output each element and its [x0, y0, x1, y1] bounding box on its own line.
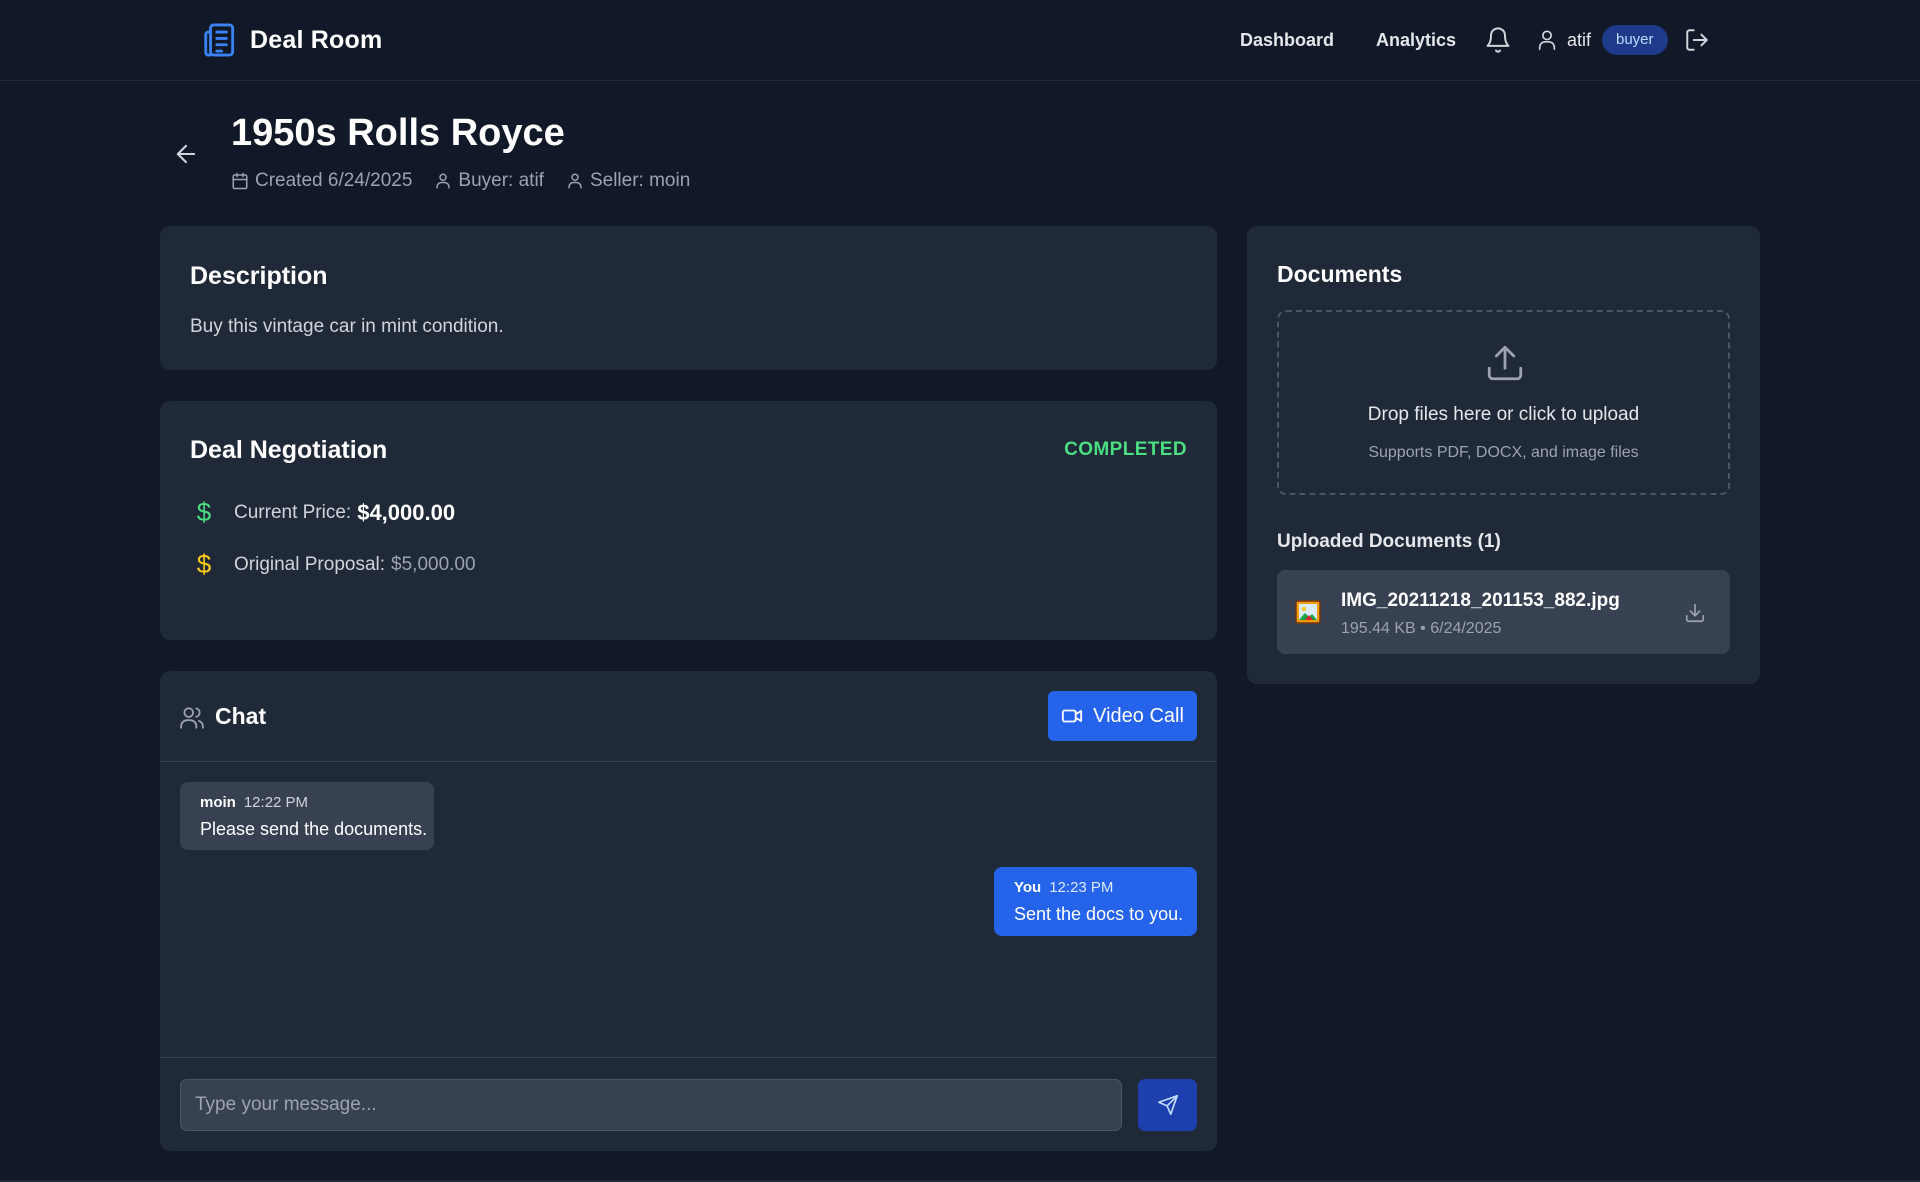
chat-message: You 12:23 PM Sent the docs to you.: [994, 867, 1197, 936]
message-time: 12:23 PM: [1049, 879, 1114, 896]
original-price-value: $5,000.00: [391, 553, 476, 575]
dropzone-text: Drop files here or click to upload: [1367, 404, 1640, 425]
document-item[interactable]: IMG_20211218_201153_882.jpg 195.44 KB • …: [1277, 570, 1730, 654]
chat-title: Chat: [215, 703, 267, 729]
documents-title: Documents: [1277, 261, 1403, 287]
buyer-text: Buyer: atif: [458, 170, 544, 191]
role-badge: buyer: [1602, 25, 1668, 55]
description-card: Description Buy this vintage car in mint…: [160, 226, 1217, 370]
message-text: Sent the docs to you.: [1014, 904, 1184, 924]
brand[interactable]: Deal Room: [200, 20, 382, 60]
documents-card: Documents Drop files here or click to up…: [1247, 226, 1760, 684]
video-camera-icon: [1062, 709, 1083, 723]
message-text: Please send the documents.: [200, 819, 428, 839]
image-file-icon: [1295, 600, 1321, 624]
seller-text: Seller: moin: [589, 170, 691, 191]
nav-analytics[interactable]: Analytics: [1376, 30, 1456, 51]
user-icon: [568, 173, 582, 189]
nav-dashboard[interactable]: Dashboard: [1240, 30, 1334, 51]
user-name: atif: [1567, 30, 1592, 50]
calendar-icon: [232, 172, 248, 190]
chat-card: Chat Video Call moin 12:22 PM Please send…: [160, 671, 1217, 1151]
page-title: 1950s Rolls Royce: [231, 112, 565, 154]
download-icon[interactable]: [1684, 602, 1706, 624]
message-sender: moin: [200, 794, 236, 811]
message-input[interactable]: [180, 1079, 1122, 1131]
chat-message: moin 12:22 PM Please send the documents.: [180, 782, 434, 850]
buyer-info: Buyer: atif: [434, 170, 544, 192]
arrow-left-icon[interactable]: [172, 140, 200, 168]
deal-meta: Created 6/24/2025 Buyer: atif Seller: mo…: [231, 170, 690, 192]
video-call-label: Video Call: [1093, 704, 1184, 727]
chat-header: Chat Video Call: [160, 671, 1217, 762]
bell-icon[interactable]: [1484, 26, 1512, 54]
message-time: 12:22 PM: [243, 794, 309, 811]
document-name: IMG_20211218_201153_882.jpg: [1341, 590, 1620, 611]
created-text: Created 6/24/2025: [255, 170, 413, 191]
users-icon: [179, 705, 205, 731]
top-navbar: Deal Room Dashboard Analytics atif buyer: [0, 0, 1920, 81]
description-text: Buy this vintage car in mint condition.: [190, 316, 504, 337]
chat-composer: [160, 1057, 1217, 1151]
user-icon: [436, 173, 451, 189]
send-button[interactable]: [1138, 1079, 1197, 1131]
video-call-button[interactable]: Video Call: [1048, 691, 1197, 741]
user-icon: [1536, 29, 1558, 51]
original-price-row: $ Original Proposal: $5,000.00: [190, 549, 476, 580]
building-document-icon: [200, 20, 240, 60]
file-dropzone[interactable]: Drop files here or click to upload Suppo…: [1277, 310, 1730, 495]
uploaded-documents-heading: Uploaded Documents (1): [1277, 531, 1501, 552]
current-price-row: $ Current Price: $4,000.00: [190, 497, 455, 528]
status-badge: COMPLETED: [1064, 439, 1187, 460]
description-title: Description: [190, 262, 328, 290]
message-sender: You: [1014, 879, 1042, 896]
original-price-label: Original Proposal:: [234, 553, 386, 575]
dollar-icon: $: [196, 497, 212, 527]
negotiation-card: Deal Negotiation COMPLETED $ Current Pri…: [160, 401, 1217, 640]
created-date: Created 6/24/2025: [231, 170, 412, 192]
current-price-value: $4,000.00: [357, 499, 456, 525]
logout-icon[interactable]: [1684, 27, 1710, 53]
upload-icon: [1484, 342, 1526, 384]
send-icon: [1157, 1095, 1178, 1115]
brand-title: Deal Room: [250, 25, 383, 54]
dropzone-subtext: Supports PDF, DOCX, and image files: [1368, 444, 1639, 461]
seller-info: Seller: moin: [566, 170, 690, 192]
negotiation-title: Deal Negotiation: [190, 436, 388, 464]
current-price-label: Current Price:: [234, 501, 352, 523]
document-meta: 195.44 KB • 6/24/2025: [1341, 620, 1502, 637]
dollar-icon: $: [196, 549, 212, 579]
